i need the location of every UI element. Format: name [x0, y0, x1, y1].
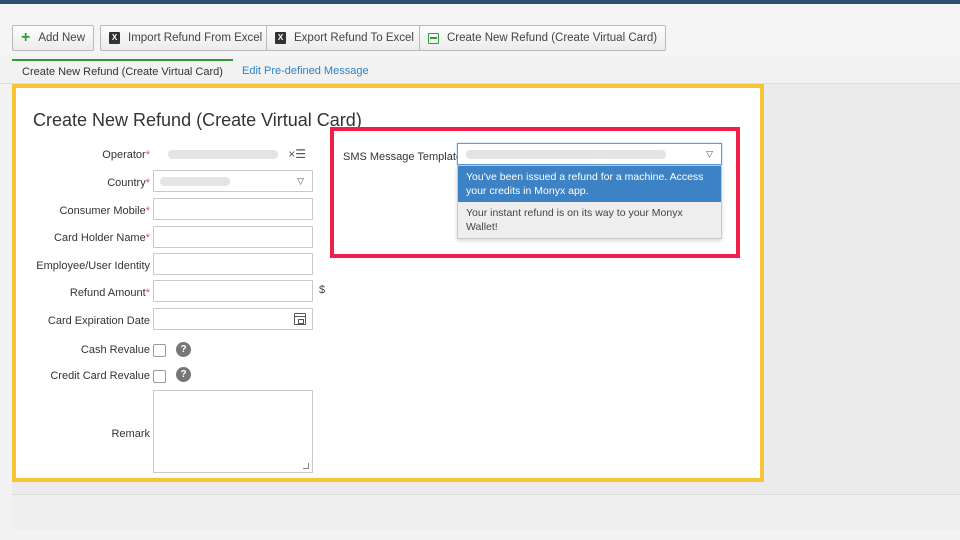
remark-label: Remark — [111, 428, 150, 440]
cash-revalue-label: Cash Revalue — [80, 344, 150, 356]
refund-amount-input[interactable] — [153, 280, 313, 302]
operator-field[interactable]: ×☰ — [153, 143, 313, 165]
clear-list-icon[interactable]: ×☰ — [288, 147, 306, 161]
expiration-label: Card Expiration Date — [47, 315, 150, 327]
tab-create-refund[interactable]: Create New Refund (Create Virtual Card) — [12, 59, 233, 83]
redacted-value — [168, 150, 278, 159]
redacted-value — [160, 177, 230, 186]
consumer-mobile-label: Consumer Mobile* — [59, 205, 150, 217]
form-title: Create New Refund (Create Virtual Card) — [33, 110, 362, 130]
cash-revalue-checkbox[interactable] — [153, 344, 166, 357]
credit-card-revalue-checkbox[interactable] — [153, 370, 166, 383]
expiration-date-input[interactable] — [153, 308, 313, 330]
import-refund-label: Import Refund From Excel — [128, 32, 263, 44]
resize-grip-icon — [303, 463, 309, 469]
credit-card-revalue-label: Credit Card Revalue — [50, 370, 150, 382]
help-icon[interactable]: ? — [176, 342, 191, 357]
currency-label: $ — [319, 284, 326, 296]
operator-label: Operator* — [102, 149, 150, 161]
tab-edit-message[interactable]: Edit Pre-defined Message — [232, 59, 379, 83]
bottom-strip — [12, 494, 960, 530]
calendar-icon[interactable] — [294, 313, 306, 325]
tab-bar: Create New Refund (Create Virtual Card) … — [0, 56, 960, 84]
excel-icon: X — [109, 32, 120, 44]
card-icon — [428, 32, 439, 44]
import-refund-button[interactable]: X Import Refund From Excel — [100, 25, 272, 51]
export-refund-button[interactable]: X Export Refund To Excel — [266, 25, 423, 51]
toolbar: + Add New X Import Refund From Excel X E… — [0, 4, 960, 56]
add-new-button[interactable]: + Add New — [12, 25, 95, 51]
sms-template-select[interactable]: ▽ — [457, 143, 722, 165]
country-select[interactable]: ▽ — [153, 170, 313, 192]
country-label: Country* — [107, 177, 150, 189]
chevron-down-icon: ▽ — [297, 176, 304, 186]
create-refund-label: Create New Refund (Create Virtual Card) — [447, 32, 658, 44]
add-new-label: Add New — [38, 32, 86, 44]
consumer-mobile-input[interactable] — [153, 198, 313, 220]
remark-textarea[interactable] — [153, 390, 313, 473]
export-refund-label: Export Refund To Excel — [294, 32, 414, 44]
dropdown-option[interactable]: You've been issued a refund for a machin… — [458, 166, 721, 202]
card-holder-input[interactable] — [153, 226, 313, 248]
refund-amount-label: Refund Amount* — [69, 287, 150, 299]
employee-identity-input[interactable] — [153, 253, 313, 275]
chevron-down-icon: ▽ — [706, 149, 713, 159]
resize-handle[interactable] — [303, 463, 311, 471]
create-refund-button[interactable]: Create New Refund (Create Virtual Card) — [419, 25, 667, 51]
dropdown-option[interactable]: Your instant refund is on its way to you… — [458, 202, 721, 238]
sms-template-dropdown: You've been issued a refund for a machin… — [457, 165, 722, 239]
card-holder-label: Card Holder Name* — [54, 232, 150, 244]
help-icon[interactable]: ? — [176, 367, 191, 382]
redacted-value — [466, 150, 666, 159]
sms-template-label: SMS Message Template — [343, 151, 463, 163]
excel-icon: X — [275, 32, 286, 44]
employee-identity-label: Employee/User Identity — [36, 260, 150, 272]
plus-icon: + — [21, 29, 31, 46]
